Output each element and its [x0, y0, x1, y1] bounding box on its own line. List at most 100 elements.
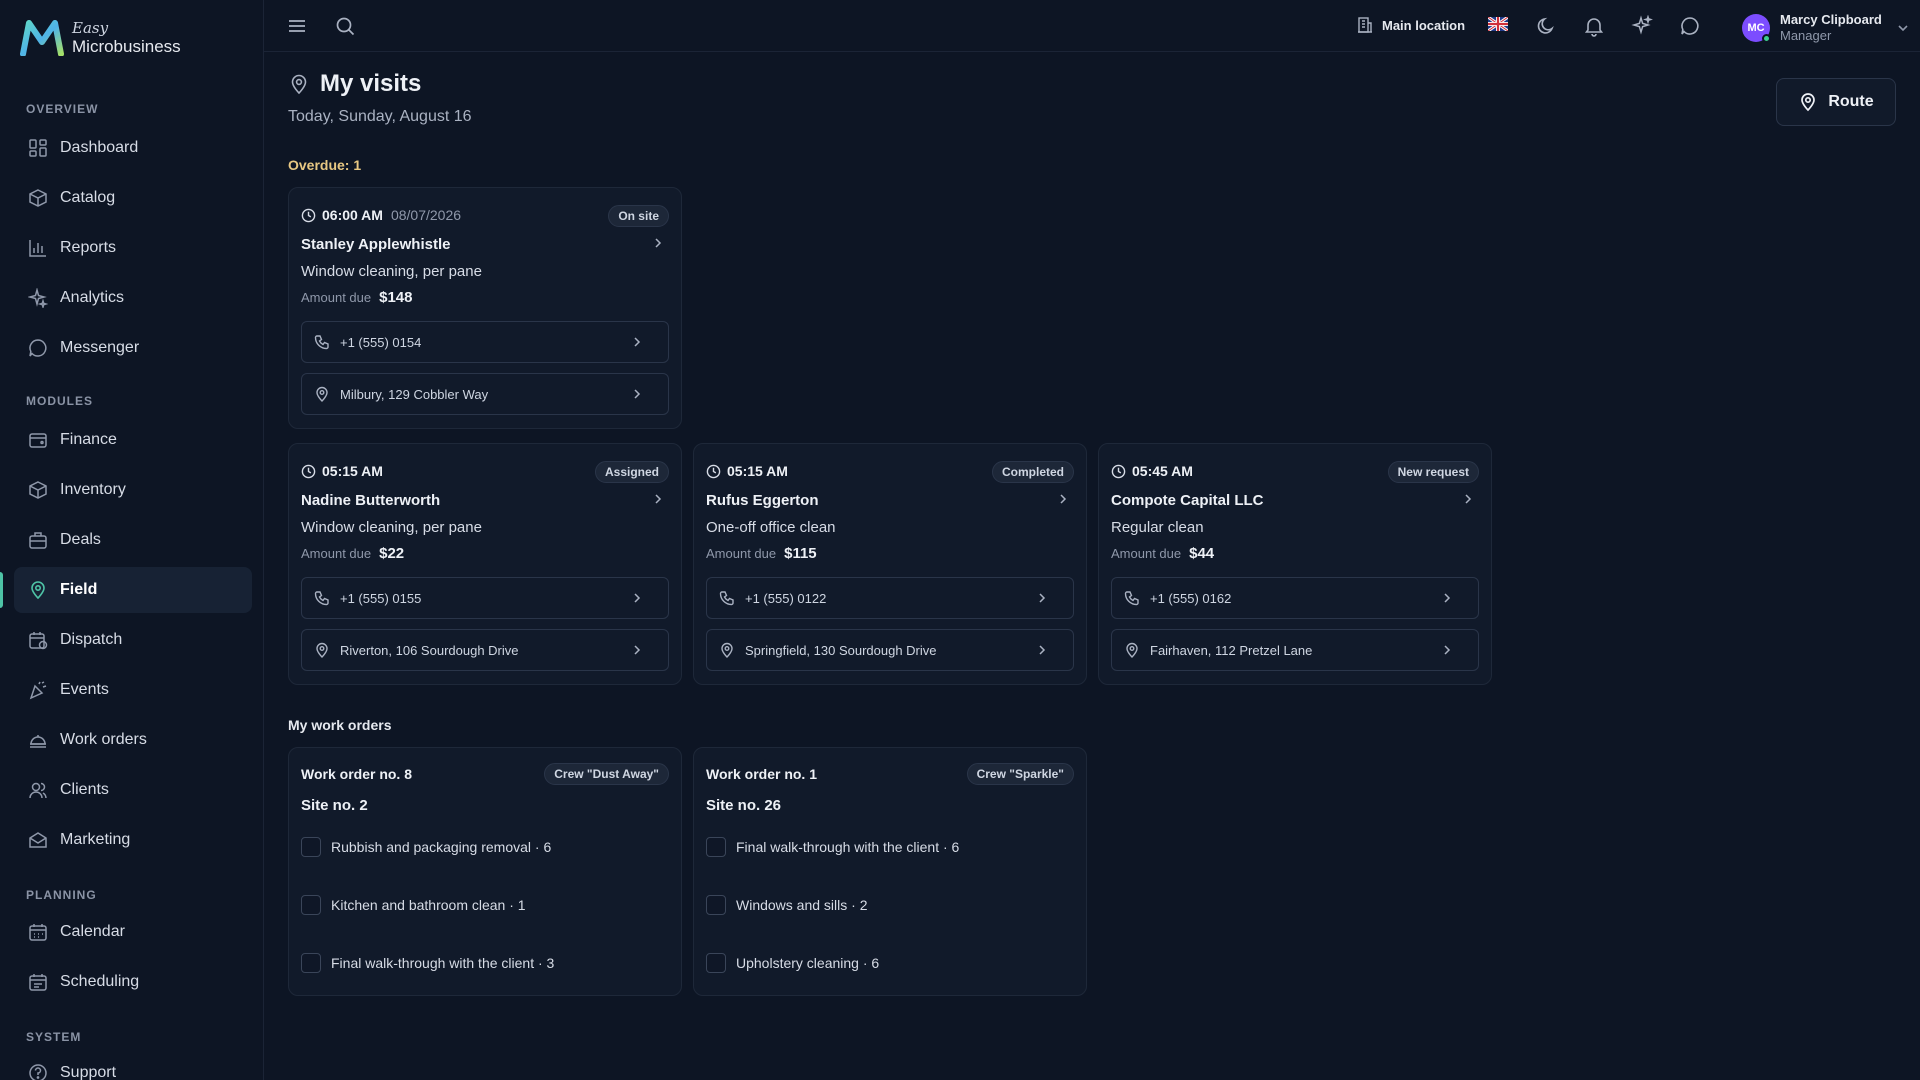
- sidebar-item-analytics[interactable]: Analytics: [14, 275, 252, 321]
- task-label: Final walk-through with the client · 6: [736, 839, 960, 855]
- sidebar-item-dashboard[interactable]: Dashboard: [14, 125, 252, 171]
- support-icon: [28, 1063, 48, 1080]
- status-badge: Assigned: [594, 461, 669, 483]
- phone-row[interactable]: +1 (555) 0122: [706, 577, 1074, 619]
- sidebar-item-events[interactable]: Events: [14, 667, 252, 713]
- chevron-right-icon[interactable]: [1461, 492, 1475, 506]
- visit-time: 06:00 AM: [322, 207, 383, 223]
- phone-row[interactable]: +1 (555) 0154: [301, 321, 669, 363]
- sidebar-item-dispatch[interactable]: Dispatch: [14, 617, 252, 663]
- flag-uk-icon[interactable]: [1488, 17, 1508, 31]
- visit-card[interactable]: 05:15 AM Completed Rufus Eggerton One-of…: [693, 443, 1087, 685]
- sidebar-item-inventory[interactable]: Inventory: [14, 467, 252, 513]
- sidebar-item-clients[interactable]: Clients: [14, 767, 252, 813]
- work-order-card[interactable]: Work order no. 8 Crew "Dust Away" Site n…: [288, 747, 682, 996]
- task-item[interactable]: Final walk-through with the client · 6: [706, 837, 959, 857]
- map-pin-icon: [1798, 92, 1818, 112]
- visit-card[interactable]: 05:15 AM Assigned Nadine Butterworth Win…: [288, 443, 682, 685]
- sidebar-item-label: Dashboard: [60, 139, 139, 156]
- task-checkbox[interactable]: [706, 837, 726, 857]
- sparkles-icon[interactable]: [1631, 15, 1653, 37]
- task-checkbox[interactable]: [301, 953, 321, 973]
- map-pin-icon: [288, 73, 310, 95]
- amount-due: Amount due $148: [301, 289, 412, 306]
- chat-icon[interactable]: [1679, 15, 1701, 37]
- amount-value: $115: [784, 545, 817, 562]
- sidebar-item-label: Inventory: [60, 481, 126, 498]
- route-button[interactable]: Route: [1776, 78, 1896, 126]
- sidebar-item-scheduling[interactable]: Scheduling: [14, 959, 252, 1005]
- amount-value: $44: [1189, 545, 1215, 562]
- user-menu[interactable]: MC Marcy Clipboard Manager: [1742, 12, 1910, 43]
- logo-name: Microbusiness: [72, 37, 181, 56]
- app-logo[interactable]: Easy Microbusiness: [20, 20, 181, 56]
- task-checkbox[interactable]: [706, 953, 726, 973]
- address-row[interactable]: Springfield, 130 Sourdough Drive: [706, 629, 1074, 671]
- sidebar-item-label: Support: [60, 1064, 117, 1080]
- sidebar-item-label: Dispatch: [60, 631, 123, 648]
- catalog-icon: [28, 188, 48, 208]
- phone-row[interactable]: +1 (555) 0155: [301, 577, 669, 619]
- address-row[interactable]: Riverton, 106 Sourdough Drive: [301, 629, 669, 671]
- sidebar-item-label: Work orders: [60, 731, 147, 748]
- online-status-dot: [1762, 33, 1771, 43]
- map-pin-icon: [314, 642, 330, 658]
- sidebar-item-label: Finance: [60, 431, 117, 448]
- sidebar-item-catalog[interactable]: Catalog: [14, 175, 252, 221]
- work-order-card[interactable]: Work order no. 1 Crew "Sparkle" Site no.…: [693, 747, 1087, 996]
- address: Milbury, 129 Cobbler Way: [340, 386, 489, 402]
- visit-time: 05:15 AM: [727, 463, 788, 479]
- phone-number: +1 (555) 0162: [1150, 590, 1232, 606]
- sidebar-item-field[interactable]: Field: [14, 567, 252, 613]
- chevron-right-icon[interactable]: [651, 236, 665, 250]
- chevron-right-icon: [1440, 591, 1454, 605]
- client-name: Compote Capital LLC: [1111, 492, 1264, 509]
- location-selector[interactable]: Main location: [1356, 16, 1465, 34]
- phone-number: +1 (555) 0122: [745, 590, 827, 606]
- visit-card[interactable]: 05:45 AM New request Compote Capital LLC…: [1098, 443, 1492, 685]
- phone-row[interactable]: +1 (555) 0162: [1111, 577, 1479, 619]
- sidebar-item-support[interactable]: Support: [14, 1050, 252, 1080]
- visit-card[interactable]: 06:00 AM 08/07/2026 On site Stanley Appl…: [288, 187, 682, 429]
- sidebar-item-marketing[interactable]: Marketing: [14, 817, 252, 863]
- moon-icon[interactable]: [1535, 15, 1557, 37]
- task-checkbox[interactable]: [301, 895, 321, 915]
- sidebar-item-deals[interactable]: Deals: [14, 517, 252, 563]
- task-item[interactable]: Windows and sills · 2: [706, 895, 868, 915]
- amount-value: $22: [379, 545, 405, 562]
- task-item[interactable]: Kitchen and bathroom clean · 1: [301, 895, 526, 915]
- address-row[interactable]: Milbury, 129 Cobbler Way: [301, 373, 669, 415]
- phone-icon: [719, 590, 735, 606]
- marketing-icon: [28, 830, 48, 850]
- sidebar-item-calendar[interactable]: Calendar: [14, 909, 252, 955]
- search-icon[interactable]: [334, 15, 356, 37]
- deals-icon: [28, 530, 48, 550]
- sidebar-item-label: Marketing: [60, 831, 131, 848]
- amount-value: $148: [379, 289, 413, 306]
- task-item[interactable]: Final walk-through with the client · 3: [301, 953, 554, 973]
- menu-icon[interactable]: [286, 15, 308, 37]
- sidebar-item-messenger[interactable]: Messenger: [14, 325, 252, 371]
- map-pin-icon: [314, 386, 330, 402]
- bell-icon[interactable]: [1583, 15, 1605, 37]
- chevron-right-icon[interactable]: [651, 492, 665, 506]
- sidebar-item-finance[interactable]: Finance: [14, 417, 252, 463]
- phone-number: +1 (555) 0154: [340, 334, 422, 350]
- address-row[interactable]: Fairhaven, 112 Pretzel Lane: [1111, 629, 1479, 671]
- chevron-right-icon: [630, 387, 644, 401]
- inventory-icon: [28, 480, 48, 500]
- route-label: Route: [1828, 93, 1874, 110]
- task-checkbox[interactable]: [706, 895, 726, 915]
- chevron-right-icon[interactable]: [1056, 492, 1070, 506]
- task-item[interactable]: Upholstery cleaning · 6: [706, 953, 879, 973]
- sidebar-item-reports[interactable]: Reports: [14, 225, 252, 271]
- chevron-right-icon: [630, 643, 644, 657]
- sidebar-item-work-orders[interactable]: Work orders: [14, 717, 252, 763]
- map-pin-icon: [1124, 642, 1140, 658]
- task-item[interactable]: Rubbish and packaging removal · 6: [301, 837, 551, 857]
- address: Springfield, 130 Sourdough Drive: [745, 642, 937, 658]
- client-name: Stanley Applewhistle: [301, 236, 451, 253]
- task-checkbox[interactable]: [301, 837, 321, 857]
- logo-easy: Easy: [72, 19, 109, 37]
- phone-icon: [1124, 590, 1140, 606]
